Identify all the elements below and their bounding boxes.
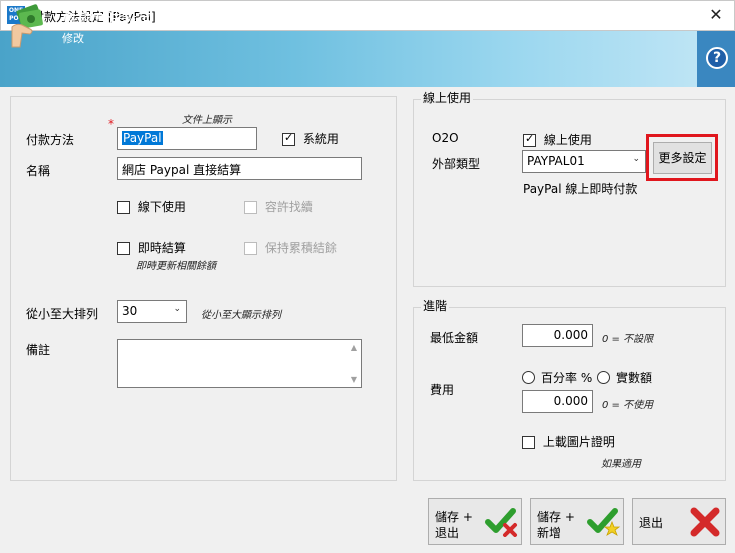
upload-proof-check-icon [522,436,535,449]
upload-proof-hint: 如果適用 [601,459,641,470]
sort-label: 從小至大排列 [26,307,99,321]
chevron-down-icon: ⌄ [632,154,640,164]
upload-proof-checkbox[interactable]: 上載圖片證明 [522,433,615,450]
save-exit-label: 儲存 + 退出 [435,510,473,540]
ext-type-description: PayPal 線上即時付款 [523,182,638,196]
instant-settle-checkbox[interactable]: 即時結算 [117,239,186,256]
instant-settle-hint: 即時更新相關餘額 [136,261,216,272]
red-x-icon [690,507,720,537]
exit-label: 退出 [639,516,664,530]
header-subtitle: 修改 [62,32,84,45]
o2o-label: O2O [432,131,459,145]
header-banner [0,31,735,87]
instant-settle-label: 即時結算 [137,241,186,255]
online-group-title: 線上使用 [421,89,474,106]
doc-display-hint: 文件上顯示 [182,115,232,126]
min-amount-input[interactable]: 0.000 [522,324,593,347]
allow-change-label: 容許找續 [264,200,313,214]
name-input[interactable]: 網店 Paypal 直接結算 [117,157,362,180]
min-amount-label: 最低金額 [430,331,479,345]
chevron-down-icon: ⌄ [173,304,181,314]
help-icon[interactable]: ? [706,47,728,69]
remarks-textarea[interactable]: ▲ ▼ [117,339,362,388]
keep-balance-label: 保持累積結餘 [264,241,337,255]
keep-balance-checkbox: 保持累積結餘 [244,239,337,256]
ext-type-value: PAYPAL01 [527,154,585,168]
ext-type-select[interactable]: PAYPAL01 ⌄ [522,150,646,173]
online-use-checkbox[interactable]: 線上使用 [523,131,592,148]
payment-hand-icon [11,4,43,48]
required-mark: * [108,117,114,131]
online-use-label: 線上使用 [543,133,592,147]
ext-type-label: 外部類型 [432,157,481,171]
instant-settle-check-icon [117,242,130,255]
keep-balance-check-icon [244,242,257,255]
check-exit-icon [485,508,517,537]
actual-radio-icon [597,371,610,384]
sort-hint: 從小至大顯示排列 [201,310,281,321]
header-title: 付款方法設定 [62,10,153,28]
payment-method-label: 付款方法 [26,133,75,147]
percent-radio-icon [522,371,535,384]
actual-amount-radio[interactable]: 實數額 [597,369,652,386]
save-new-button[interactable]: 儲存 + 新增 [530,498,624,545]
fee-label: 費用 [430,383,455,397]
system-use-check-icon [282,131,295,146]
offline-use-check-icon [117,201,130,214]
system-use-checkbox[interactable]: 系統用 [282,130,339,147]
scroll-down-icon[interactable]: ▼ [351,375,357,384]
payment-method-value: PayPal [122,131,163,145]
sort-value: 30 [122,304,138,318]
percent-label: 百分率 % [541,371,593,385]
name-label: 名稱 [26,164,51,178]
save-exit-button[interactable]: 儲存 + 退出 [428,498,522,545]
sort-select[interactable]: 30 ⌄ [117,300,187,323]
system-use-label: 系統用 [302,132,339,146]
remarks-label: 備註 [26,343,51,357]
fee-input[interactable]: 0.000 [522,390,593,413]
allow-change-checkbox: 容許找續 [244,198,313,215]
min-amount-hint: 0 = 不設限 [602,334,654,345]
online-use-check-icon [523,132,536,147]
allow-change-check-icon [244,201,257,214]
actual-label: 實數額 [616,371,653,385]
basic-info-panel [10,96,397,481]
check-star-icon [587,508,621,536]
exit-button[interactable]: 退出 [632,498,726,545]
more-settings-button[interactable]: 更多設定 [653,142,712,174]
payment-method-input[interactable]: PayPal [117,127,257,150]
percent-radio[interactable]: 百分率 % [522,369,592,386]
close-button[interactable]: ✕ [700,2,732,29]
scroll-up-icon[interactable]: ▲ [351,343,357,352]
save-new-label: 儲存 + 新增 [537,510,575,540]
upload-proof-label: 上載圖片證明 [542,435,615,449]
offline-use-checkbox[interactable]: 線下使用 [117,198,186,215]
offline-use-label: 線下使用 [137,200,186,214]
advanced-group-title: 進階 [421,297,450,314]
fee-hint: 0 = 不使用 [602,400,654,411]
